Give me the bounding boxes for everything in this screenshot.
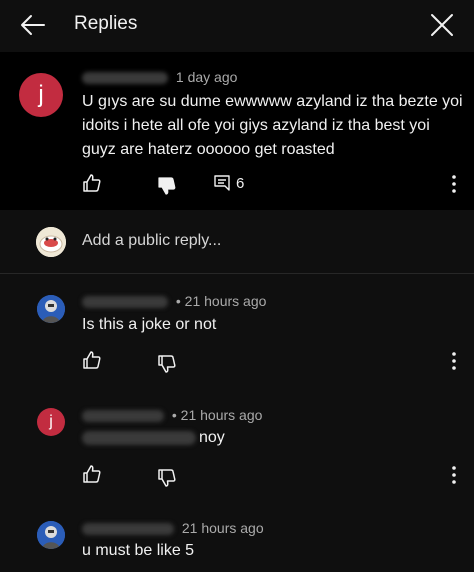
like-icon[interactable] — [82, 350, 102, 370]
comment-time: 1 day ago — [175, 69, 238, 85]
comment-text: noy — [82, 426, 225, 450]
avatar[interactable]: j — [19, 73, 63, 117]
more-options-icon[interactable] — [451, 351, 457, 371]
dislike-icon[interactable] — [157, 176, 177, 196]
avatar[interactable] — [37, 295, 65, 323]
user-avatar — [36, 227, 66, 257]
dislike-icon[interactable] — [157, 354, 177, 374]
reply-count: 6 — [236, 175, 245, 192]
more-options-icon[interactable] — [451, 465, 457, 485]
comment-text: U gıys are su dume ewwwww azyland iz tha… — [82, 93, 463, 158]
reply-item: 21 hours ago u must be like 5 — [0, 504, 474, 572]
author-name-redacted — [82, 410, 164, 423]
comment-text: Is this a joke or not — [82, 316, 217, 333]
page-title: Replies — [74, 13, 138, 34]
parent-comment: j 1 day ago U gıys are su dume ewwwww az… — [0, 52, 474, 210]
dislike-icon[interactable] — [157, 468, 177, 488]
comment-time: 21 hours ago — [181, 520, 264, 536]
comment-meta: • 21 hours ago — [82, 293, 266, 309]
add-reply-bar[interactable]: Add a public reply... — [0, 210, 474, 274]
author-name-redacted — [82, 296, 168, 309]
like-icon[interactable] — [82, 464, 102, 484]
avatar[interactable] — [37, 521, 65, 549]
comment-text-visible: noy — [199, 429, 225, 446]
redacted-text — [82, 430, 196, 445]
more-options-icon[interactable] — [451, 174, 457, 194]
reply-input[interactable]: Add a public reply... — [82, 232, 221, 250]
bot-avatar-icon — [37, 295, 65, 323]
close-icon[interactable] — [426, 9, 458, 41]
like-icon[interactable] — [82, 173, 102, 193]
back-arrow-icon[interactable] — [18, 10, 48, 40]
author-name-redacted — [82, 72, 168, 85]
user-avatar-image — [36, 227, 66, 257]
comment-meta: • 21 hours ago — [82, 407, 262, 423]
comment-time: • 21 hours ago — [171, 407, 263, 423]
replies-icon[interactable] — [213, 174, 231, 192]
comment-meta: 1 day ago — [82, 69, 237, 85]
comment-meta: 21 hours ago — [82, 520, 264, 536]
comment-time: • 21 hours ago — [175, 293, 267, 309]
app-header: Replies — [0, 0, 474, 52]
avatar[interactable]: j — [37, 408, 65, 436]
reply-item: • 21 hours ago Is this a joke or not — [0, 276, 474, 386]
comment-text: u must be like 5 — [82, 542, 195, 559]
bot-avatar-icon — [37, 521, 65, 549]
reply-item: j • 21 hours ago noy — [0, 392, 474, 504]
author-name-redacted — [82, 523, 174, 536]
